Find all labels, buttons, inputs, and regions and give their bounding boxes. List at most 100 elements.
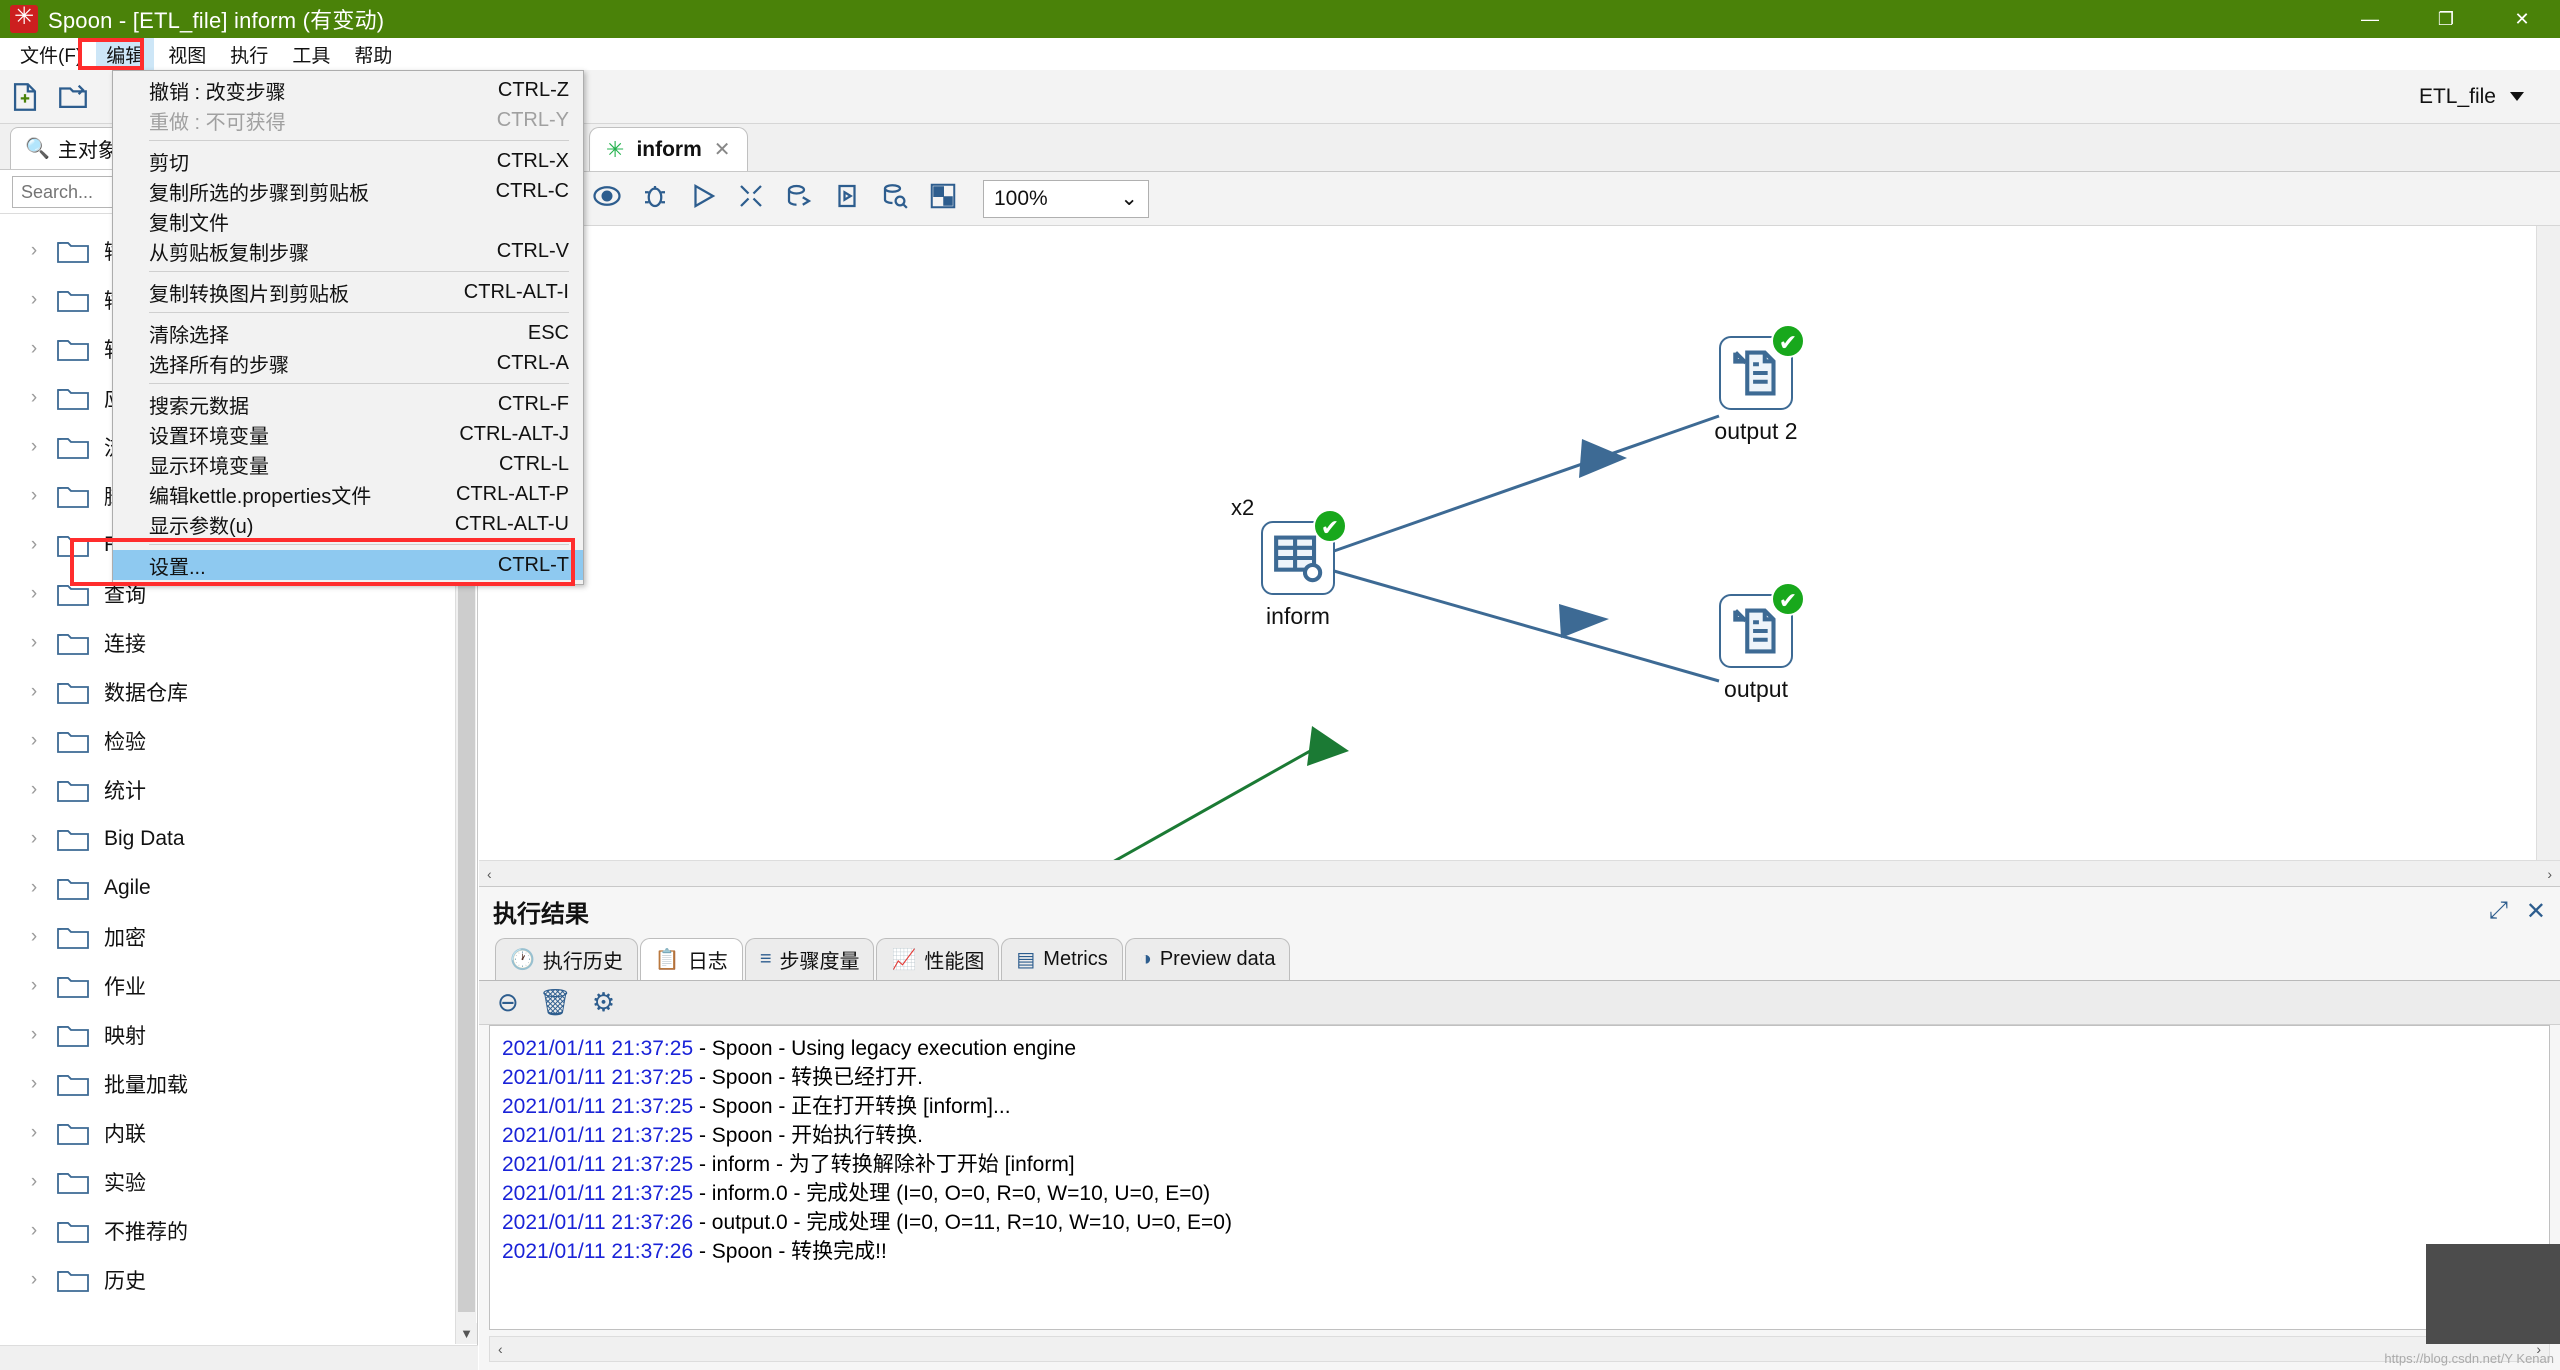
chevron-right-icon[interactable]: › <box>26 779 42 801</box>
grid-icon[interactable] <box>925 181 961 217</box>
script-run-icon[interactable] <box>829 181 865 217</box>
edit-menu-item-0[interactable]: 撤销 : 改变步骤 CTRL-Z <box>113 75 583 105</box>
chevron-right-icon[interactable]: › <box>26 387 42 409</box>
scroll-right-arrow-icon[interactable]: › <box>2547 866 2552 882</box>
tree-item-14[interactable]: › 加密 <box>0 912 455 961</box>
close-panel-icon[interactable]: ✕ <box>2526 897 2546 926</box>
menu-file[interactable]: 文件(F) <box>10 38 92 71</box>
edit-menu-item-17[interactable]: 显示参数(u) CTRL-ALT-U <box>113 509 583 539</box>
chevron-right-icon[interactable]: › <box>26 828 42 850</box>
chevron-right-icon[interactable]: › <box>26 436 42 458</box>
results-tab-5[interactable]: ◑ Preview data <box>1124 938 1291 980</box>
canvas-horizontal-scrollbar[interactable]: ‹ › <box>479 860 2560 886</box>
menu-help[interactable]: 帮助 <box>344 38 402 71</box>
results-tab-3[interactable]: 📈 性能图 <box>876 938 1000 980</box>
transformation-canvas[interactable]: x2 ✔ inform ✔ output 2 ✔ output ‹ › <box>479 226 2560 1056</box>
chevron-right-icon[interactable]: › <box>26 1122 42 1144</box>
close-icon[interactable]: ✕ <box>714 137 731 162</box>
tree-item-17[interactable]: › 批量加载 <box>0 1059 455 1108</box>
menu-tools[interactable]: 工具 <box>282 38 340 71</box>
canvas-vertical-scrollbar[interactable] <box>2536 226 2560 860</box>
edit-menu-item-19[interactable]: 设置... CTRL-T <box>113 550 583 580</box>
tab-inform[interactable]: ✳ inform ✕ <box>589 127 748 171</box>
tree-item-19[interactable]: › 实验 <box>0 1157 455 1206</box>
node-output-2[interactable]: ✔ output 2 <box>1714 324 1805 444</box>
zoom-selector[interactable]: 100% ⌄ <box>983 179 1149 218</box>
preview-icon[interactable] <box>589 181 625 217</box>
tree-item-18[interactable]: › 内联 <box>0 1108 455 1157</box>
edit-dropdown-menu[interactable]: 撤销 : 改变步骤 CTRL-Z 重做 : 不可获得 CTRL-Y 剪切 CTRL-X 复制… <box>112 70 584 585</box>
results-tab-4[interactable]: ▤ Metrics <box>1001 938 1123 980</box>
tree-item-12[interactable]: › Big Data <box>0 814 455 863</box>
node-output-2-box[interactable]: ✔ <box>1719 324 1805 410</box>
chevron-right-icon[interactable]: › <box>26 240 42 262</box>
log-output[interactable]: 2021/01/11 21:37:25 - Spoon - Using lega… <box>489 1025 2550 1330</box>
debug-icon[interactable] <box>637 181 673 217</box>
edit-menu-item-4[interactable]: 复制所选的步骤到剪贴板 CTRL-C <box>113 176 583 206</box>
chevron-right-icon[interactable]: › <box>26 1269 42 1291</box>
chevron-right-icon[interactable]: › <box>26 534 42 556</box>
collapse-icon[interactable]: ⊖ <box>497 987 519 1018</box>
db-arrow-icon[interactable] <box>781 181 817 217</box>
edit-menu-item-3[interactable]: 剪切 CTRL-X <box>113 146 583 176</box>
new-file-icon[interactable] <box>8 80 42 114</box>
chevron-right-icon[interactable]: › <box>26 485 42 507</box>
etl-file-selector[interactable]: ETL_file <box>2419 85 2524 109</box>
tree-item-21[interactable]: › 历史 <box>0 1255 455 1304</box>
scroll-down-arrow-icon[interactable]: ▼ <box>456 1323 477 1344</box>
log-horizontal-scrollbar[interactable]: ‹ › <box>489 1336 2550 1362</box>
chevron-right-icon[interactable]: › <box>26 289 42 311</box>
maximize-panel-icon[interactable]: ⤢ <box>2489 897 2508 925</box>
edit-menu-item-13[interactable]: 搜索元数据 CTRL-F <box>113 389 583 419</box>
tree-item-13[interactable]: › Agile <box>0 863 455 912</box>
chevron-right-icon[interactable]: › <box>26 730 42 752</box>
trash-icon[interactable]: 🗑 <box>539 987 572 1018</box>
transformation-icon[interactable] <box>733 181 769 217</box>
edit-menu-item-14[interactable]: 设置环境变量 CTRL-ALT-J <box>113 419 583 449</box>
scroll-left-arrow-icon[interactable]: ‹ <box>498 1341 503 1357</box>
tree-item-20[interactable]: › 不推荐的 <box>0 1206 455 1255</box>
open-file-icon[interactable] <box>56 80 90 114</box>
node-inform[interactable]: x2 ✔ inform <box>1231 495 1347 629</box>
chevron-right-icon[interactable]: › <box>26 1024 42 1046</box>
minimize-button[interactable]: — <box>2332 0 2408 38</box>
edit-menu-item-6[interactable]: 从剪贴板复制步骤 CTRL-V <box>113 236 583 266</box>
node-output[interactable]: ✔ output <box>1719 582 1805 702</box>
tree-item-9[interactable]: › 数据仓库 <box>0 667 455 716</box>
chevron-right-icon[interactable]: › <box>26 632 42 654</box>
tree-item-10[interactable]: › 检验 <box>0 716 455 765</box>
tree-item-16[interactable]: › 映射 <box>0 1010 455 1059</box>
tree-item-8[interactable]: › 连接 <box>0 618 455 667</box>
edit-menu-item-15[interactable]: 显示环境变量 CTRL-L <box>113 449 583 479</box>
node-output-box[interactable]: ✔ <box>1719 582 1805 668</box>
node-inform-box[interactable]: ✔ <box>1261 509 1347 595</box>
edit-menu-item-8[interactable]: 复制转换图片到剪贴板 CTRL-ALT-I <box>113 277 583 307</box>
chevron-right-icon[interactable]: › <box>26 583 42 605</box>
run-icon[interactable] <box>685 181 721 217</box>
left-panel-horizontal-scrollbar[interactable] <box>0 1345 478 1370</box>
close-button[interactable]: ✕ <box>2484 0 2560 38</box>
edit-menu-item-5[interactable]: 复制文件 <box>113 206 583 236</box>
results-tab-0[interactable]: 🕐 执行历史 <box>495 938 638 980</box>
chevron-right-icon[interactable]: › <box>26 877 42 899</box>
menu-run[interactable]: 执行 <box>220 38 278 71</box>
menu-view[interactable]: 视图 <box>158 38 216 71</box>
edit-menu-item-10[interactable]: 清除选择 ESC <box>113 318 583 348</box>
chevron-right-icon[interactable]: › <box>26 1220 42 1242</box>
menu-edit[interactable]: 编辑 <box>96 37 155 71</box>
gear-icon[interactable]: ⚙ <box>592 987 615 1018</box>
scroll-left-arrow-icon[interactable]: ‹ <box>487 866 492 882</box>
db-explore-icon[interactable] <box>877 181 913 217</box>
chevron-right-icon[interactable]: › <box>26 338 42 360</box>
edit-menu-item-11[interactable]: 选择所有的步骤 CTRL-A <box>113 348 583 378</box>
maximize-button[interactable]: ❐ <box>2408 0 2484 38</box>
tree-item-11[interactable]: › 统计 <box>0 765 455 814</box>
edit-menu-item-16[interactable]: 编辑kettle.properties文件 CTRL-ALT-P <box>113 479 583 509</box>
chevron-right-icon[interactable]: › <box>26 1171 42 1193</box>
chevron-right-icon[interactable]: › <box>26 681 42 703</box>
tree-item-15[interactable]: › 作业 <box>0 961 455 1010</box>
chevron-right-icon[interactable]: › <box>26 1073 42 1095</box>
chevron-right-icon[interactable]: › <box>26 926 42 948</box>
results-tab-2[interactable]: ≡ 步骤度量 <box>744 938 875 980</box>
chevron-right-icon[interactable]: › <box>26 975 42 997</box>
